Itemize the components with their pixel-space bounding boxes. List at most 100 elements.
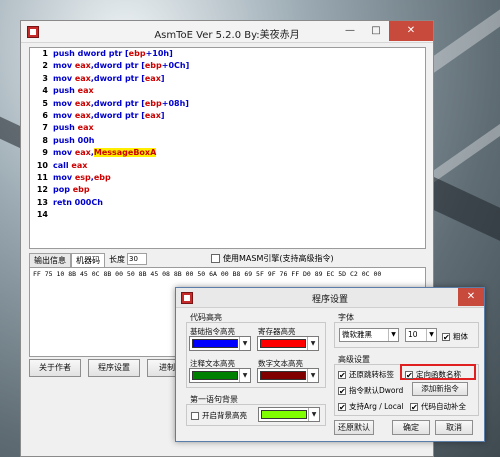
code-line[interactable]: 14 bbox=[30, 209, 425, 221]
chevron-down-icon: ▼ bbox=[307, 337, 318, 350]
instruction-token: +0Ch] bbox=[161, 61, 190, 71]
register-token: eax bbox=[74, 148, 91, 158]
number-color-picker[interactable]: ▼ bbox=[257, 368, 319, 383]
minimize-icon[interactable]: — bbox=[337, 21, 363, 41]
code-line[interactable]: 8 push 00h bbox=[30, 135, 425, 147]
register-token: eax bbox=[77, 86, 94, 96]
instruction-token: ,dword ptr [ bbox=[90, 61, 145, 71]
checkbox-box[interactable]: ✔ bbox=[338, 386, 346, 395]
instruction-token: mov bbox=[53, 172, 75, 182]
support-arg-local-checkbox[interactable]: ✔ 支持Arg / Local bbox=[338, 401, 404, 412]
add-instruction-button[interactable]: 添加新指令 bbox=[412, 382, 468, 396]
line-number: 5 bbox=[42, 98, 48, 108]
basic-color-swatch bbox=[192, 339, 238, 348]
font-size-select[interactable]: 10 ▼ bbox=[405, 328, 437, 342]
close-icon[interactable]: ✕ bbox=[389, 21, 433, 41]
code-editor[interactable]: 1 push dword ptr [ebp+10h] 2 mov eax,dword … bbox=[29, 47, 426, 249]
settings-button[interactable]: 程序设置 bbox=[88, 359, 140, 377]
line-number: 6 bbox=[42, 110, 48, 120]
settings-titlebar[interactable]: 程序设置 ✕ bbox=[176, 288, 484, 308]
instruction-token: mov bbox=[53, 73, 75, 83]
dialog-close-icon[interactable]: ✕ bbox=[458, 288, 484, 306]
instruction-token: mov bbox=[53, 110, 75, 120]
about-button[interactable]: 关于作者 bbox=[29, 359, 81, 377]
default-dword-checkbox[interactable]: ✔ 指令默认Dword bbox=[338, 385, 403, 396]
line-number: 1 bbox=[42, 49, 48, 58]
code-autocomplete-checkbox[interactable]: ✔ 代码自动补全 bbox=[410, 401, 466, 412]
line-number: 3 bbox=[42, 73, 48, 83]
register-token: eax bbox=[74, 61, 91, 71]
main-titlebar[interactable]: AsmToE Ver 5.2.0 By:美夜赤月 — □ ✕ bbox=[21, 21, 433, 43]
line-number: 2 bbox=[42, 61, 48, 71]
bold-checkbox-box[interactable]: ✔ bbox=[442, 332, 450, 341]
locate-function-names-checkbox[interactable]: ✔ 定向函数名称 bbox=[405, 369, 461, 380]
instruction-token: call bbox=[53, 160, 72, 170]
register-token: eax bbox=[74, 110, 91, 120]
code-line[interactable]: 11 mov esp,ebp bbox=[30, 172, 425, 184]
instruction-token: ,dword ptr [ bbox=[90, 110, 145, 120]
instruction-token: mov bbox=[53, 61, 75, 71]
code-line[interactable]: 6 mov eax,dword ptr [eax] bbox=[30, 110, 425, 122]
checkbox-box[interactable]: ✔ bbox=[405, 370, 413, 379]
bold-checkbox-label: 粗体 bbox=[453, 332, 468, 341]
checkbox-box[interactable]: ✔ bbox=[410, 402, 418, 411]
first-line-bg-color-swatch bbox=[261, 410, 307, 419]
maximize-icon[interactable]: □ bbox=[363, 21, 389, 41]
instruction-token: mov bbox=[53, 98, 75, 108]
tab-output[interactable]: 输出信息 bbox=[29, 253, 71, 267]
instruction-token: +08h] bbox=[161, 98, 189, 108]
settings-dialog: 程序设置 ✕ 代码高亮 基础指令高亮 ▼ 寄存器高亮 ▼ 注释文本高亮 ▼ 数字… bbox=[175, 287, 485, 442]
cancel-button[interactable]: 取消 bbox=[435, 420, 473, 435]
masm-checkbox-label: 使用MASM引擎(支持高级指令) bbox=[223, 254, 334, 263]
register-token: eax bbox=[74, 73, 91, 83]
line-number: 10 bbox=[36, 160, 48, 170]
default-dword-label: 指令默认Dword bbox=[349, 386, 404, 395]
code-line[interactable]: 12 pop ebp bbox=[30, 184, 425, 196]
code-line[interactable]: 7 push eax bbox=[30, 122, 425, 134]
comment-color-picker[interactable]: ▼ bbox=[189, 368, 251, 383]
checkbox-box[interactable]: ✔ bbox=[338, 402, 346, 411]
chevron-down-icon: ▼ bbox=[426, 329, 436, 341]
line-number: 4 bbox=[42, 86, 48, 96]
first-line-bg-checkbox-box[interactable] bbox=[191, 411, 199, 420]
instruction-token: push bbox=[53, 86, 78, 96]
register-token: ebp bbox=[144, 61, 162, 71]
line-number: 12 bbox=[36, 185, 48, 195]
code-line[interactable]: 5 mov eax,dword ptr [ebp+08h] bbox=[30, 98, 425, 110]
font-family-select[interactable]: 微软雅黑 ▼ bbox=[339, 328, 399, 342]
chevron-down-icon: ▼ bbox=[308, 408, 319, 421]
first-line-bg-color-picker[interactable]: ▼ bbox=[258, 407, 320, 422]
code-line[interactable]: 2 mov eax,dword ptr [ebp+0Ch] bbox=[30, 60, 425, 72]
first-line-bg-checkbox-label: 开启背景高亮 bbox=[202, 411, 247, 420]
line-number: 11 bbox=[36, 172, 48, 182]
masm-checkbox[interactable]: 使用MASM引擎(支持高级指令) bbox=[211, 253, 334, 264]
masm-checkbox-box[interactable] bbox=[211, 254, 220, 263]
bold-checkbox[interactable]: ✔ 粗体 bbox=[442, 331, 468, 342]
restore-jump-labels-checkbox[interactable]: ✔ 还原跳转标签 bbox=[338, 369, 394, 380]
register-token: eax bbox=[144, 110, 161, 120]
code-line[interactable]: 13 retn 000Ch bbox=[30, 197, 425, 209]
code-line[interactable]: 1 push dword ptr [ebp+10h] bbox=[30, 48, 425, 60]
code-line[interactable]: 4 push eax bbox=[30, 85, 425, 97]
code-autocomplete-label: 代码自动补全 bbox=[421, 402, 466, 411]
register-token: ebp bbox=[72, 185, 90, 195]
tab-machine-code[interactable]: 机器码 bbox=[71, 253, 105, 267]
support-arg-local-label: 支持Arg / Local bbox=[349, 402, 404, 411]
register-color-picker[interactable]: ▼ bbox=[257, 336, 319, 351]
basic-color-picker[interactable]: ▼ bbox=[189, 336, 251, 351]
register-token: eax bbox=[77, 123, 94, 133]
register-token: ebp bbox=[144, 98, 162, 108]
code-line[interactable]: 10 call eax bbox=[30, 160, 425, 172]
font-family-value: 微软雅黑 bbox=[342, 330, 372, 339]
number-color-swatch bbox=[260, 371, 306, 380]
chevron-down-icon: ▼ bbox=[307, 369, 318, 382]
ok-button[interactable]: 确定 bbox=[392, 420, 430, 435]
first-line-bg-checkbox[interactable]: 开启背景高亮 bbox=[191, 410, 247, 421]
comment-color-swatch bbox=[192, 371, 238, 380]
code-line[interactable]: 9 mov eax,MessageBoxA bbox=[30, 147, 425, 159]
length-field[interactable]: 30 bbox=[127, 253, 147, 265]
font-size-value: 10 bbox=[408, 330, 418, 339]
checkbox-box[interactable]: ✔ bbox=[338, 370, 346, 379]
restore-defaults-button[interactable]: 还原默认 bbox=[334, 420, 374, 435]
code-line[interactable]: 3 mov eax,dword ptr [eax] bbox=[30, 73, 425, 85]
